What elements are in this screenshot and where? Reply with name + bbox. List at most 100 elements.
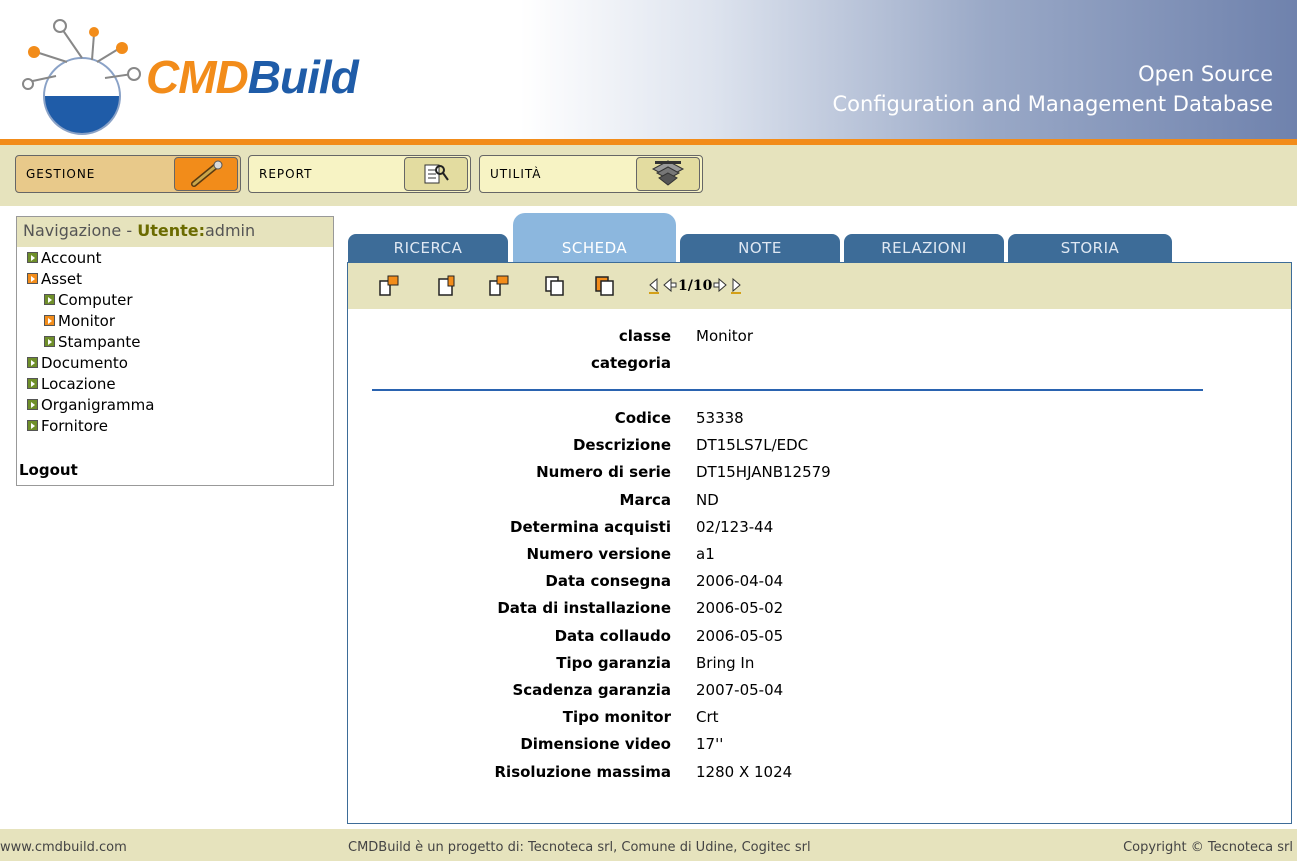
field-value: DT15HJANB12579 [696, 463, 831, 482]
tree-item-label: Stampante [58, 332, 141, 351]
footer-website-link[interactable]: www.cmdbuild.com [0, 840, 127, 855]
field-row: Tipo monitor Crt [348, 708, 1291, 734]
username: admin [205, 221, 256, 240]
menu-utilita-button[interactable]: UTILITÀ [479, 155, 703, 193]
field-label: Numero versione [526, 545, 671, 563]
new-card-alt-icon[interactable] [488, 275, 510, 297]
field-label: Data consegna [545, 572, 671, 591]
tree-item-label: Asset [41, 269, 83, 288]
field-row: Descrizione DT15LS7L/EDC [348, 436, 1291, 462]
tree-item-label: Monitor [58, 311, 116, 330]
tree-item-monitor[interactable]: Monitor [17, 310, 333, 331]
tab-ricerca[interactable]: RICERCA [348, 234, 508, 262]
tree-item-label: Organigramma [41, 395, 155, 414]
field-value: 2007-05-04 [696, 681, 784, 699]
expand-icon[interactable] [27, 357, 38, 368]
field-row: Determina acquisti 02/123-44 [348, 518, 1291, 544]
tree-item-documento[interactable]: Documento [17, 352, 333, 373]
logo-wordmark: CMDBuild [146, 50, 359, 104]
navigation-tree: Account Asset Computer Monitor Stampante… [17, 247, 333, 436]
footer-credits: CMDBuild è un progetto di: Tecnoteca srl… [348, 840, 811, 855]
tab-scheda[interactable]: SCHEDA [513, 213, 676, 263]
next-page-icon[interactable] [712, 277, 728, 295]
field-row: Data collaudo 2006-05-05 [348, 627, 1291, 653]
expand-icon[interactable] [27, 273, 38, 284]
field-label: Marca [619, 490, 671, 509]
expand-icon[interactable] [44, 315, 55, 326]
tree-item-locazione[interactable]: Locazione [17, 373, 333, 394]
expand-icon[interactable] [27, 252, 38, 263]
first-page-icon[interactable] [646, 277, 662, 295]
tagline-line-1: Open Source [1138, 62, 1273, 86]
tree-item-fornitore[interactable]: Fornitore [17, 415, 333, 436]
expand-icon[interactable] [27, 399, 38, 410]
field-value: 2006-04-04 [696, 572, 784, 591]
field-label: Codice [614, 409, 671, 427]
logo-build: Build [247, 51, 359, 103]
navigation-title: Navigazione - [23, 221, 138, 240]
tree-item-account[interactable]: Account [17, 247, 333, 268]
field-label: classe [618, 327, 671, 345]
tree-item-stampante[interactable]: Stampante [17, 331, 333, 352]
menu-gestione-button[interactable]: GESTIONE [15, 155, 241, 193]
field-label: Determina acquisti [510, 517, 671, 536]
new-card-icon[interactable] [378, 275, 400, 297]
navigation-header: Navigazione - Utente:admin [17, 217, 333, 247]
tagline-line-2: Configuration and Management Database [832, 92, 1274, 116]
field-row: Tipo garanzia Bring In [348, 654, 1291, 680]
tools-stack-icon[interactable] [636, 157, 700, 191]
tab-note[interactable]: NOTE [680, 234, 840, 262]
field-value: 17'' [696, 735, 724, 754]
tree-item-asset[interactable]: Asset [17, 268, 333, 289]
field-label: categoria [590, 354, 671, 372]
edit-card-icon[interactable] [436, 275, 458, 297]
field-row: Marca ND [348, 491, 1291, 517]
last-page-icon[interactable] [728, 277, 744, 295]
tab-relazioni[interactable]: RELAZIONI [844, 234, 1004, 262]
previous-page-icon[interactable] [662, 277, 678, 295]
main-menu-bar: GESTIONE REPORT UTILITÀ [0, 145, 1297, 206]
card-pager: 1/10 [646, 277, 744, 295]
menu-utilita-label: UTILITÀ [490, 167, 542, 181]
field-row: Risoluzione massima 1280 X 1024 [348, 763, 1291, 789]
field-row: Numero di serie DT15HJANB12579 [348, 463, 1291, 489]
field-row: Numero versione a1 [348, 545, 1291, 571]
field-value: ND [696, 490, 719, 509]
field-value: a1 [696, 545, 715, 563]
field-label: Risoluzione massima [494, 762, 672, 781]
expand-icon[interactable] [44, 294, 55, 305]
tab-storia[interactable]: STORIA [1008, 234, 1172, 262]
page-footer: www.cmdbuild.com CMDBuild è un progetto … [0, 829, 1297, 861]
field-value: DT15LS7L/EDC [696, 436, 809, 455]
report-search-icon[interactable] [404, 157, 468, 191]
expand-icon[interactable] [27, 420, 38, 431]
copy-card-icon[interactable] [544, 275, 566, 297]
expand-icon[interactable] [44, 336, 55, 347]
field-value: Bring In [696, 653, 755, 672]
tree-item-computer[interactable]: Computer [17, 289, 333, 310]
cmdbuild-logo-icon [22, 19, 141, 135]
menu-gestione-label: GESTIONE [26, 167, 96, 181]
section-divider [372, 389, 1203, 391]
clone-card-icon[interactable] [594, 275, 616, 297]
field-row: Data di installazione 2006-05-02 [348, 599, 1291, 625]
field-row: Codice 53338 [348, 409, 1291, 435]
field-row-categoria: categoria [348, 354, 1291, 380]
field-label: Dimensione video [520, 735, 671, 754]
field-row-classe: classe Monitor [348, 327, 1291, 353]
expand-icon[interactable] [27, 378, 38, 389]
menu-report-label: REPORT [259, 167, 313, 181]
footer-copyright: Copyright © Tecnoteca srl [1123, 840, 1293, 855]
field-row: Scadenza garanzia 2007-05-04 [348, 681, 1291, 707]
field-value: 53338 [696, 409, 744, 427]
wrench-icon[interactable] [174, 157, 238, 191]
field-label: Data di installazione [497, 599, 671, 618]
logout-link[interactable]: Logout [19, 461, 78, 479]
app-header: CMDBuild Open Source Configuration and M… [0, 0, 1297, 145]
tree-item-label: Account [41, 248, 102, 267]
menu-report-button[interactable]: REPORT [248, 155, 471, 193]
user-label: Utente: [137, 221, 205, 240]
tree-item-organigramma[interactable]: Organigramma [17, 394, 333, 415]
field-label: Tipo garanzia [556, 653, 671, 672]
field-label: Data collaudo [554, 626, 671, 645]
